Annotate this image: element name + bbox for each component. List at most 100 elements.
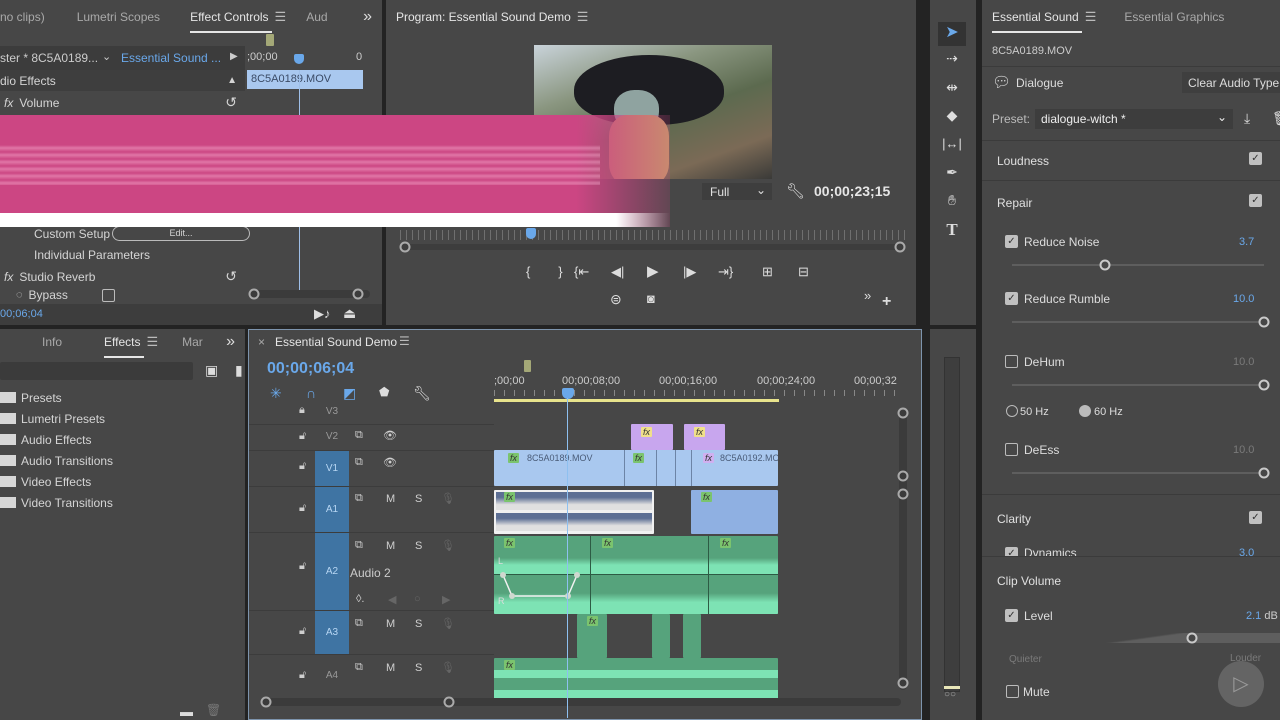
reset-dropdown-icon[interactable]: ↺ xyxy=(225,268,237,285)
linked-selection-icon[interactable]: ◩ xyxy=(343,385,356,402)
deess-slider[interactable] xyxy=(1012,467,1270,479)
tab-essential-sound[interactable]: Essential Sound ☰ xyxy=(982,9,1106,33)
folder-video-effects[interactable]: Video Effects xyxy=(0,471,91,492)
keyframe[interactable] xyxy=(565,593,571,599)
reset-icon[interactable]: ↺ xyxy=(225,94,237,111)
tool-type[interactable]: T xyxy=(938,220,966,240)
track-name[interactable]: A2 xyxy=(315,533,349,611)
mic-icon[interactable]: 🎙︎ xyxy=(441,617,455,630)
clarity-checkbox[interactable]: ✓ xyxy=(1249,511,1262,524)
folder-audio-transitions[interactable]: Audio Transitions xyxy=(0,450,113,471)
tool-selection[interactable]: ➤ xyxy=(938,22,966,46)
slider-knob[interactable] xyxy=(1258,316,1270,328)
eye-icon[interactable]: 👁︎ xyxy=(383,429,397,442)
lock-icon[interactable]: 🔓︎ xyxy=(299,460,306,473)
dehum-slider[interactable] xyxy=(1012,379,1270,391)
solo-buttons-icon[interactable]: ○○ xyxy=(944,689,956,700)
source-label[interactable]: ster * 8C5A0189... xyxy=(0,51,98,65)
eye-icon[interactable]: 👁︎ xyxy=(383,456,397,469)
sync-lock-icon[interactable]: ⧉ xyxy=(355,429,363,442)
reduce-noise-checkbox[interactable]: ✓ xyxy=(1005,235,1018,248)
tab-effect-controls[interactable]: Effect Controls ☰ xyxy=(180,9,296,33)
lock-icon[interactable]: 🔓︎ xyxy=(299,625,306,638)
audio-clip[interactable]: fx xyxy=(691,490,778,534)
reduce-noise-slider[interactable] xyxy=(1012,259,1264,271)
timeline-playhead[interactable] xyxy=(562,388,574,399)
bypass-checkbox[interactable] xyxy=(101,288,115,302)
step-forward-icon[interactable]: |▶ xyxy=(683,264,696,280)
dynamics-value[interactable]: 3.0 xyxy=(1239,547,1254,556)
fx-icon[interactable]: fx xyxy=(4,96,13,110)
repair-checkbox[interactable]: ✓ xyxy=(1249,194,1262,207)
add-marker-icon[interactable]: ⬟ xyxy=(379,385,389,399)
track-name[interactable]: V1 xyxy=(315,451,349,487)
zoom-select[interactable]: Full ⌄ xyxy=(702,183,772,200)
panel-menu-icon[interactable]: ☰ xyxy=(275,9,287,24)
radio-60hz[interactable] xyxy=(1079,405,1091,417)
keyframe[interactable] xyxy=(509,593,515,599)
deess-checkbox[interactable] xyxy=(1005,443,1018,456)
scroll-handle-top[interactable] xyxy=(897,407,909,419)
zoom-scrollbar[interactable] xyxy=(248,288,370,300)
audio-effects-header[interactable]: dio Effects ▲ xyxy=(0,70,245,91)
lock-icon[interactable]: 🔓︎ xyxy=(299,502,306,515)
repair-section[interactable]: Repair xyxy=(997,196,1032,210)
clip-bar[interactable]: 8C5A0189.MOV xyxy=(247,70,363,89)
panel-menu-icon[interactable]: ☰ xyxy=(1085,9,1097,24)
tab-audio-clip-mixer[interactable]: Aud xyxy=(296,10,337,24)
tool-ripple-edit[interactable]: ⇹ xyxy=(938,79,966,96)
program-scrollbar[interactable] xyxy=(399,241,906,253)
lock-icon[interactable]: 🔒︎ xyxy=(299,404,305,417)
trash-icon[interactable]: 🗑︎ xyxy=(206,703,221,717)
tab-essential-graphics[interactable]: Essential Graphics xyxy=(1114,10,1234,24)
audio-clip[interactable]: fx fx fx L R xyxy=(494,536,778,614)
timeline-settings-icon[interactable]: 🔧︎ xyxy=(413,385,431,402)
nest-toggle-icon[interactable]: ✳ xyxy=(270,385,282,402)
keyframe[interactable] xyxy=(574,572,580,578)
overflow-icon[interactable]: » xyxy=(864,288,871,303)
effect-controls-timecode[interactable]: 00;06;04 xyxy=(0,308,43,320)
track-name[interactable]: A4 xyxy=(315,670,349,681)
prev-keyframe-icon[interactable]: ◀ xyxy=(388,593,396,606)
slider-knob[interactable] xyxy=(1258,467,1270,479)
horizontal-scrollbar[interactable] xyxy=(260,696,901,708)
scroll-handle-left[interactable] xyxy=(399,241,411,253)
slider-knob[interactable] xyxy=(1099,259,1111,271)
program-title[interactable]: Program: Essential Sound Demo ☰ xyxy=(386,9,598,25)
preset-dropdown[interactable]: dialogue-witch * ⌄ xyxy=(1035,109,1233,129)
reduce-rumble-checkbox[interactable]: ✓ xyxy=(1005,292,1018,305)
level-value[interactable]: 2.1 xyxy=(1246,610,1261,622)
scroll-handle-bottom[interactable] xyxy=(897,677,909,689)
scroll-handle[interactable] xyxy=(897,488,909,500)
save-preset-icon[interactable]: ⤓ xyxy=(1244,110,1250,127)
delete-preset-icon[interactable]: 🗑︎ xyxy=(1272,110,1280,127)
individual-parameters-row[interactable]: Individual Parameters xyxy=(0,244,150,265)
sync-lock-icon[interactable]: ⧉ xyxy=(355,492,363,505)
track-name[interactable]: A1 xyxy=(315,487,349,533)
clarity-section[interactable]: Clarity xyxy=(997,512,1031,526)
sync-lock-icon[interactable]: ⧉ xyxy=(355,456,363,469)
mute-checkbox[interactable] xyxy=(1006,685,1019,698)
work-area-bar[interactable] xyxy=(494,399,779,402)
fx-icon[interactable]: fx xyxy=(4,270,13,284)
adjustment-clip[interactable]: fx xyxy=(631,424,673,450)
scroll-handle-left[interactable] xyxy=(260,696,272,708)
level-slider[interactable] xyxy=(1012,632,1280,644)
timeline-timecode[interactable]: 00;00;06;04 xyxy=(267,360,354,378)
folder-video-transitions[interactable]: Video Transitions xyxy=(0,492,113,513)
reduce-rumble-value[interactable]: 10.0 xyxy=(1233,293,1254,305)
sync-lock-icon[interactable]: ⧉ xyxy=(355,661,363,674)
panel-menu-icon[interactable]: ☰ xyxy=(146,334,158,349)
panel-menu-icon[interactable]: ☰ xyxy=(577,9,589,24)
radio-50hz[interactable] xyxy=(1006,405,1018,417)
tool-pen[interactable]: ✒ xyxy=(938,164,966,181)
effect-studio-reverb[interactable]: fx Studio Reverb ↺ xyxy=(0,266,245,287)
scroll-handle-right[interactable] xyxy=(443,696,455,708)
new-bin-icon[interactable]: ▬ xyxy=(180,704,193,719)
program-timecode[interactable]: 00;00;23;15 xyxy=(814,183,890,199)
overflow-icon[interactable]: » xyxy=(216,333,245,351)
go-to-in-icon[interactable]: {⇤ xyxy=(574,264,589,280)
reduce-rumble-slider[interactable] xyxy=(1012,316,1270,328)
next-keyframe-icon[interactable]: ▶ xyxy=(442,593,450,606)
effect-volume[interactable]: fx Volume ↺ xyxy=(0,92,245,113)
